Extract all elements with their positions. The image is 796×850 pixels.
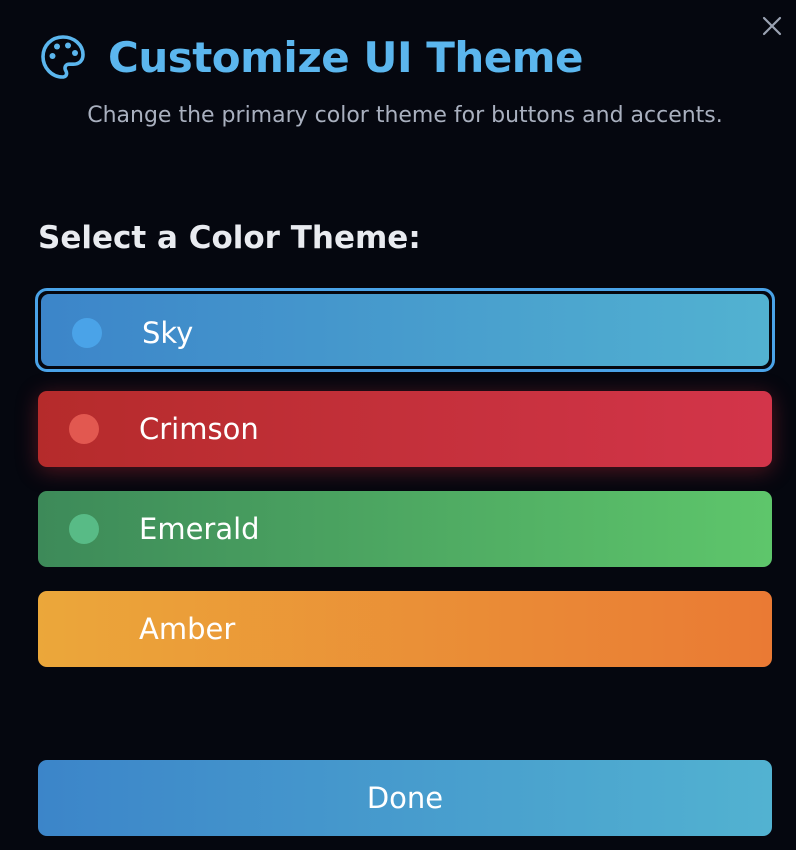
- palette-icon: [38, 32, 88, 82]
- theme-option-sky[interactable]: Sky: [35, 288, 775, 372]
- section-label: Select a Color Theme:: [38, 220, 421, 256]
- theme-option-sky-fill: Sky: [41, 294, 769, 366]
- dialog-subtitle: Change the primary color theme for butto…: [87, 103, 723, 128]
- theme-option-label: Crimson: [139, 412, 259, 446]
- theme-option-crimson[interactable]: Crimson: [38, 391, 772, 467]
- done-button[interactable]: Done: [38, 760, 772, 836]
- theme-swatch-dot: [72, 318, 102, 348]
- theme-option-emerald[interactable]: Emerald: [38, 491, 772, 567]
- close-button[interactable]: [758, 12, 786, 40]
- dialog-header: Customize UI Theme: [38, 30, 584, 84]
- dialog-title: Customize UI Theme: [108, 32, 584, 82]
- close-icon: [762, 16, 782, 36]
- theme-option-label: Sky: [142, 316, 194, 350]
- customize-theme-dialog: Customize UI Theme Change the primary co…: [0, 0, 796, 850]
- theme-swatch-dot: [69, 514, 99, 544]
- theme-swatch-dot: [69, 414, 99, 444]
- theme-option-label: Emerald: [139, 512, 260, 546]
- theme-option-amber[interactable]: Amber: [38, 591, 772, 667]
- theme-option-label: Amber: [139, 612, 236, 646]
